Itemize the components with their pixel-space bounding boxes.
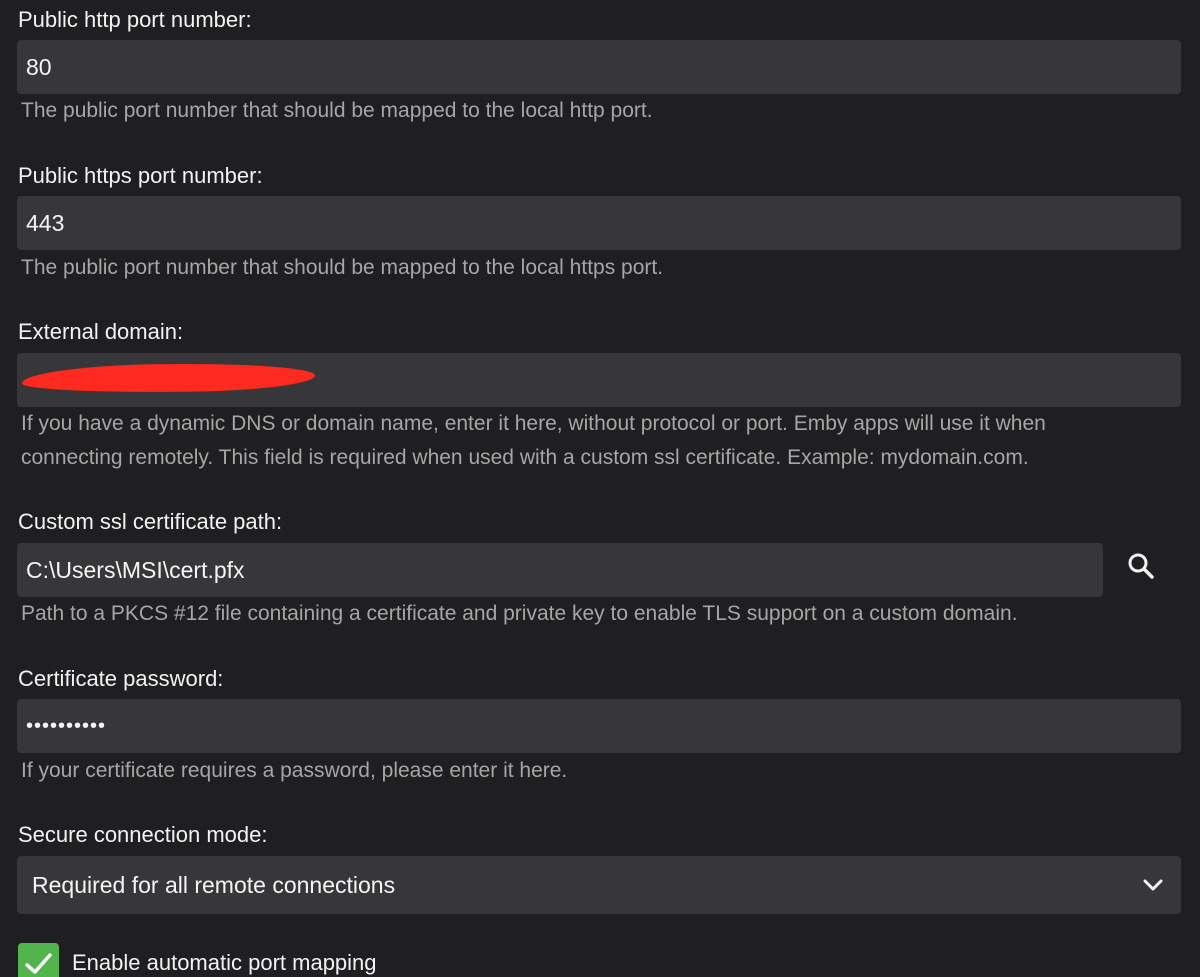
ssl-cert-path-help: Path to a PKCS #12 file containing a cer…: [21, 602, 1018, 625]
ssl-cert-path-value: C:\Users\MSI\cert.pfx: [26, 557, 245, 583]
secure-mode-label: Secure connection mode:: [18, 822, 268, 847]
port-mapping-checkbox[interactable]: [18, 943, 59, 977]
port-mapping-label[interactable]: Enable automatic port mapping: [72, 952, 377, 974]
checkmark-icon: [25, 953, 52, 974]
external-domain-help-line2: connecting remotely. This field is requi…: [21, 446, 1029, 469]
external-domain-help-line1: If you have a dynamic DNS or domain name…: [21, 412, 1046, 435]
cert-password-help: If your certificate requires a password,…: [21, 759, 568, 782]
http-port-help: The public port number that should be ma…: [21, 99, 653, 122]
external-domain-label: External domain:: [18, 319, 184, 344]
browse-certificate-button[interactable]: [1118, 543, 1164, 589]
cert-password-value: ••••••••••: [26, 715, 107, 737]
https-port-input[interactable]: 443: [17, 196, 1181, 250]
http-port-value: 80: [26, 54, 52, 80]
secure-mode-selected: Required for all remote connections: [32, 872, 396, 898]
cert-password-label: Certificate password:: [18, 666, 224, 691]
https-port-label: Public https port number:: [18, 163, 263, 188]
ssl-cert-path-input[interactable]: C:\Users\MSI\cert.pfx: [17, 543, 1103, 597]
cert-password-input[interactable]: ••••••••••: [17, 699, 1181, 753]
https-port-value: 443: [26, 210, 65, 236]
search-icon: [1128, 553, 1154, 579]
https-port-help: The public port number that should be ma…: [21, 256, 664, 279]
secure-mode-select[interactable]: Required for all remote connections: [17, 856, 1181, 914]
ssl-cert-path-label: Custom ssl certificate path:: [18, 509, 283, 534]
http-port-label: Public http port number:: [18, 7, 252, 32]
chevron-down-icon: [1143, 879, 1163, 891]
http-port-input[interactable]: 80: [17, 40, 1181, 94]
